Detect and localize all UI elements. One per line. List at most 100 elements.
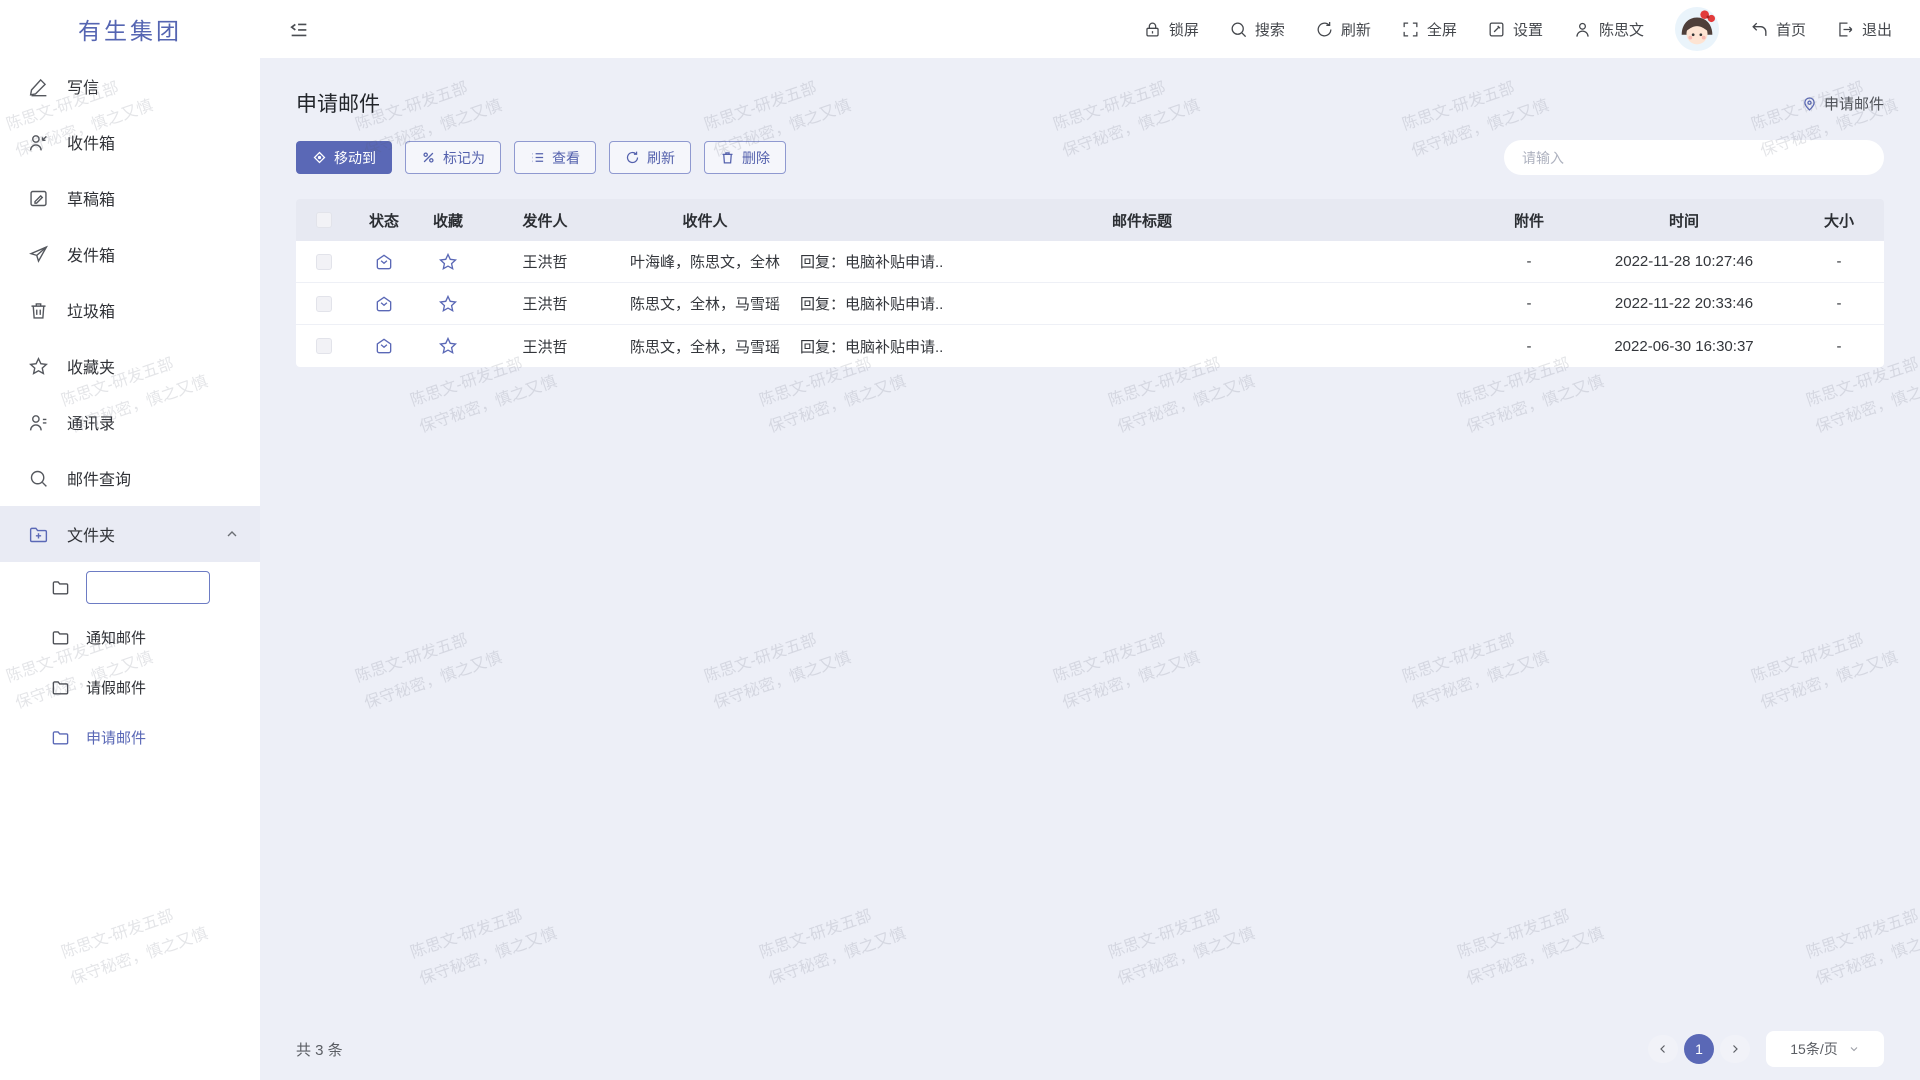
row-checkbox[interactable] <box>316 338 332 354</box>
sidebar-item-label: 邮件查询 <box>67 466 131 490</box>
row-sender: 王洪哲 <box>480 336 610 357</box>
folder-label: 通知邮件 <box>86 627 146 648</box>
refresh-button[interactable]: 刷新 <box>1315 19 1371 40</box>
star-icon <box>28 356 49 377</box>
folder-plus-icon <box>28 524 49 545</box>
page-size-select[interactable]: 15条/页 <box>1766 1031 1884 1067</box>
menu-fold-icon[interactable] <box>288 18 310 40</box>
mail-open-icon <box>374 336 394 356</box>
sidebar-item-label: 收藏夹 <box>67 354 115 378</box>
action-label: 首页 <box>1776 19 1806 40</box>
button-label: 删除 <box>742 148 770 168</box>
topbar-actions: 锁屏 搜索 刷新 全屏 <box>1143 6 1892 52</box>
next-page-button[interactable] <box>1720 1035 1750 1063</box>
refresh-list-button[interactable]: 刷新 <box>609 141 691 174</box>
row-time: 2022-11-28 10:27:46 <box>1574 253 1794 270</box>
sidebar-item-favorites[interactable]: 收藏夹 <box>0 338 260 394</box>
table-row[interactable]: 王洪哲 陈思文，全林，马雪瑶 回复：电脑补贴申请.. - 2022-11-22 … <box>296 283 1884 325</box>
column-subject: 邮件标题 <box>800 210 1484 231</box>
folder-label: 申请邮件 <box>86 727 146 748</box>
table-row[interactable]: 王洪哲 叶海峰，陈思文，全林 回复：电脑补贴申请.. - 2022-11-28 … <box>296 241 1884 283</box>
column-recipients: 收件人 <box>610 210 800 231</box>
sidebar-item-folders[interactable]: 文件夹 <box>0 506 260 562</box>
action-label: 刷新 <box>1341 19 1371 40</box>
folder-icon <box>51 578 70 597</box>
folder-icon <box>51 628 70 647</box>
row-attachment: - <box>1484 253 1574 270</box>
trash-icon <box>720 150 735 165</box>
lock-screen-button[interactable]: 锁屏 <box>1143 19 1199 40</box>
delete-button[interactable]: 删除 <box>704 141 786 174</box>
row-checkbox[interactable] <box>316 254 332 270</box>
search-icon <box>1229 20 1248 39</box>
row-checkbox[interactable] <box>316 296 332 312</box>
refresh-icon <box>625 150 640 165</box>
sidebar-item-compose[interactable]: 写信 <box>0 58 260 114</box>
sidebar-item-label: 发件箱 <box>67 242 115 266</box>
current-user-button[interactable]: 陈思文 <box>1573 19 1644 40</box>
chevron-up-icon[interactable] <box>224 526 240 542</box>
send-icon <box>28 244 49 265</box>
column-size: 大小 <box>1794 210 1884 231</box>
logout-button[interactable]: 退出 <box>1836 19 1892 40</box>
page-title: 申请邮件 <box>296 88 380 118</box>
column-status: 状态 <box>352 210 416 231</box>
star-icon[interactable] <box>438 336 458 356</box>
page-size-value: 15条/页 <box>1790 1039 1837 1059</box>
location-pin-icon <box>1801 95 1818 112</box>
row-attachment: - <box>1484 338 1574 355</box>
search-input[interactable] <box>1504 140 1884 175</box>
search-button[interactable]: 搜索 <box>1229 19 1285 40</box>
table-row[interactable]: 王洪哲 陈思文，全林，马雪瑶 回复：电脑补贴申请.. - 2022-06-30 … <box>296 325 1884 367</box>
column-favorite: 收藏 <box>416 210 480 231</box>
column-time: 时间 <box>1574 210 1794 231</box>
mark-as-button[interactable]: 标记为 <box>405 141 501 174</box>
sidebar-item-drafts[interactable]: 草稿箱 <box>0 170 260 226</box>
fullscreen-button[interactable]: 全屏 <box>1401 19 1457 40</box>
move-icon <box>312 150 327 165</box>
sidebar-item-inbox[interactable]: 收件箱 <box>0 114 260 170</box>
folder-item-apply[interactable]: 申请邮件 <box>0 712 260 762</box>
prev-page-button[interactable] <box>1648 1035 1678 1063</box>
toolbar: 移动到 标记为 查看 <box>296 140 1884 175</box>
page-number[interactable]: 1 <box>1684 1034 1714 1064</box>
row-subject: 回复：电脑补贴申请.. <box>800 336 1484 357</box>
row-subject: 回复：电脑补贴申请.. <box>800 251 1484 272</box>
mail-table: 状态 收藏 发件人 收件人 邮件标题 附件 时间 大小 <box>296 199 1884 367</box>
list-footer: 共 3 条 1 15条/页 <box>296 1018 1884 1080</box>
row-attachment: - <box>1484 295 1574 312</box>
mail-open-icon <box>374 294 394 314</box>
sidebar-item-label: 文件夹 <box>67 522 115 546</box>
button-label: 移动到 <box>334 148 376 168</box>
row-time: 2022-06-30 16:30:37 <box>1574 338 1794 355</box>
sidebar-item-trash[interactable]: 垃圾箱 <box>0 282 260 338</box>
action-label: 搜索 <box>1255 19 1285 40</box>
settings-edit-icon <box>1487 20 1506 39</box>
select-all-checkbox[interactable] <box>316 212 332 228</box>
folder-icon <box>51 728 70 747</box>
view-button[interactable]: 查看 <box>514 141 596 174</box>
mail-open-icon <box>374 252 394 272</box>
breadcrumb: 申请邮件 <box>1801 93 1884 114</box>
move-to-button[interactable]: 移动到 <box>296 141 392 174</box>
home-button[interactable]: 首页 <box>1750 19 1806 40</box>
button-label: 刷新 <box>647 148 675 168</box>
star-icon[interactable] <box>438 252 458 272</box>
sidebar-item-mail-search[interactable]: 邮件查询 <box>0 450 260 506</box>
row-size: - <box>1794 253 1884 270</box>
pencil-icon <box>28 76 49 97</box>
user-avatar[interactable] <box>1674 6 1720 52</box>
folder-icon <box>51 678 70 697</box>
folder-item-notice[interactable]: 通知邮件 <box>0 612 260 662</box>
sidebar-item-label: 写信 <box>67 74 99 98</box>
total-count: 共 3 条 <box>296 1039 343 1060</box>
column-sender: 发件人 <box>480 210 610 231</box>
sidebar-item-contacts[interactable]: 通讯录 <box>0 394 260 450</box>
sidebar-item-sent[interactable]: 发件箱 <box>0 226 260 282</box>
new-folder-input[interactable] <box>86 571 210 604</box>
star-icon[interactable] <box>438 294 458 314</box>
settings-button[interactable]: 设置 <box>1487 19 1543 40</box>
pagination: 1 <box>1648 1034 1750 1064</box>
action-label: 设置 <box>1513 19 1543 40</box>
folder-item-leave[interactable]: 请假邮件 <box>0 662 260 712</box>
